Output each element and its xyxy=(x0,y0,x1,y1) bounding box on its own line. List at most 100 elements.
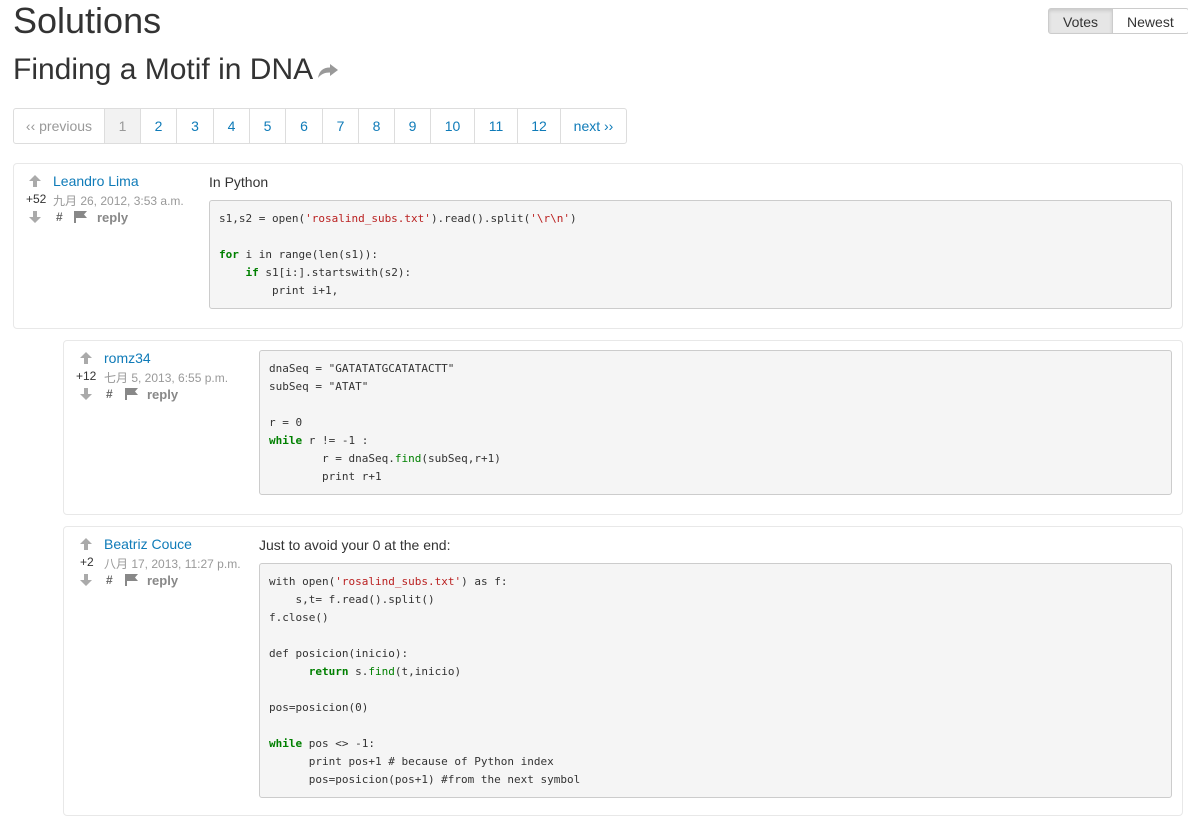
arrow-up-icon[interactable] xyxy=(80,352,92,364)
code-token: pos=posicion(pos+1) #from the next symbo… xyxy=(269,773,581,786)
pager-page-6[interactable]: 6 xyxy=(285,109,322,143)
solution-text: Just to avoid your 0 at the end: xyxy=(259,537,451,553)
code-token: pos=posicion(0) xyxy=(269,701,369,714)
sort-toggle: Votes Newest xyxy=(1048,8,1188,34)
code-line: pos=posicion(0) xyxy=(269,699,1162,717)
pager-page-7[interactable]: 7 xyxy=(322,109,358,143)
code-token: f.close() xyxy=(269,611,329,624)
vote-count: +12 xyxy=(76,369,97,383)
code-token: if xyxy=(245,266,259,279)
code-token: print r+1 xyxy=(269,470,382,483)
code-block: with open('rosalind_subs.txt') as f: s,t… xyxy=(259,563,1172,798)
code-line: with open('rosalind_subs.txt') as f: xyxy=(269,573,1162,591)
arrow-down-icon[interactable] xyxy=(80,574,92,586)
pager-page-10[interactable]: 10 xyxy=(430,109,474,143)
permalink-hash[interactable]: # xyxy=(56,210,63,224)
pager-page-1[interactable]: 1 xyxy=(104,109,140,143)
code-line: while r != -1 : xyxy=(269,432,1162,450)
post-date: 九月 26, 2012, 3:53 a.m. xyxy=(53,194,184,208)
problem-title: Finding a Motif in DNA xyxy=(13,52,339,88)
sort-newest-button[interactable]: Newest xyxy=(1113,8,1188,34)
pager-page-11[interactable]: 11 xyxy=(474,109,517,143)
code-line: for i in range(len(s1)): xyxy=(219,246,1162,264)
code-token: pos <> -1: xyxy=(302,737,375,750)
author-link[interactable]: Beatriz Couce xyxy=(104,536,192,552)
code-token: '\r\n' xyxy=(530,212,571,225)
post-date: 七月 5, 2013, 6:55 p.m. xyxy=(104,371,229,385)
pager-page-9[interactable]: 9 xyxy=(394,109,430,143)
code-line: s1,s2 = open('rosalind_subs.txt').read()… xyxy=(219,210,1162,228)
arrow-down-icon[interactable] xyxy=(80,388,92,400)
flag-icon[interactable] xyxy=(125,574,138,586)
code-token: dnaSeq = "GATATATGCATATACTT" xyxy=(269,362,455,375)
problem-title-text[interactable]: Finding a Motif in DNA xyxy=(13,53,313,86)
pagination: ‹‹ previous 1 2 3 4 5 6 7 8 9 10 11 12 n… xyxy=(13,108,627,144)
code-line: f.close() xyxy=(269,609,1162,627)
code-line: def posicion(inicio): xyxy=(269,645,1162,663)
permalink-hash[interactable]: # xyxy=(106,387,113,401)
code-token: i in range(len(s1)): xyxy=(238,248,378,261)
flag-icon[interactable] xyxy=(125,388,138,400)
code-token: 'rosalind_subs.txt' xyxy=(305,212,431,225)
code-block: dnaSeq = "GATATATGCATATACTT" subSeq = "AT… xyxy=(259,350,1172,495)
code-token: s. xyxy=(348,665,369,678)
code-token: find xyxy=(368,665,395,678)
flag-icon[interactable] xyxy=(74,211,87,223)
code-token: ) as f: xyxy=(461,575,508,588)
page-title: Solutions xyxy=(13,0,162,41)
arrow-down-icon[interactable] xyxy=(29,211,41,223)
code-line: dnaSeq = "GATATATGCATATACTT" xyxy=(269,360,1162,378)
code-token: find xyxy=(394,452,422,465)
pager-page-12[interactable]: 12 xyxy=(517,109,560,143)
code-token: with open( xyxy=(269,575,336,588)
code-token: ) xyxy=(570,212,577,225)
pager-previous[interactable]: ‹‹ previous xyxy=(14,109,104,143)
code-token: s1,s2 = open( xyxy=(219,212,306,225)
code-token: while xyxy=(269,434,303,447)
code-line: print i+1, xyxy=(219,282,1162,300)
code-block: s1,s2 = open('rosalind_subs.txt').read()… xyxy=(209,200,1172,309)
post-date: 八月 17, 2013, 11:27 p.m. xyxy=(104,557,241,571)
code-line: if s1[i:].startswith(s2): xyxy=(219,264,1162,282)
pager-next[interactable]: next ›› xyxy=(560,109,626,143)
code-token: 'rosalind_subs.txt' xyxy=(335,575,462,588)
pager-page-4[interactable]: 4 xyxy=(213,109,249,143)
reply-link[interactable]: reply xyxy=(147,387,178,402)
code-token: s,t= f.read().split() xyxy=(269,593,435,606)
permalink-hash[interactable]: # xyxy=(106,573,113,587)
solution-text: In Python xyxy=(209,174,269,190)
author-link[interactable]: Leandro Lima xyxy=(53,173,139,189)
reply-link[interactable]: reply xyxy=(147,573,178,588)
pager-page-3[interactable]: 3 xyxy=(176,109,213,143)
code-line: return s.find(t,inicio) xyxy=(269,663,1162,681)
pager-page-2[interactable]: 2 xyxy=(140,109,176,143)
arrow-up-icon[interactable] xyxy=(80,538,92,550)
pager-page-5[interactable]: 5 xyxy=(249,109,285,143)
share-icon[interactable] xyxy=(317,63,339,81)
code-token: (t,inicio) xyxy=(394,665,462,678)
code-line: print r+1 xyxy=(269,468,1162,486)
code-token: def posicion(inicio): xyxy=(269,647,409,660)
sort-votes-button[interactable]: Votes xyxy=(1048,8,1114,34)
reply-link[interactable]: reply xyxy=(97,210,128,225)
code-token: subSeq = "ATAT" xyxy=(269,380,369,393)
code-line: while pos <> -1: xyxy=(269,735,1162,753)
author-link[interactable]: romz34 xyxy=(104,350,151,366)
pager-page-8[interactable]: 8 xyxy=(358,109,394,143)
code-line: print pos+1 # because of Python index xyxy=(269,753,1162,771)
code-token: r = dnaSeq. xyxy=(269,452,395,465)
code-token: print pos+1 # because of Python index xyxy=(269,755,554,768)
code-token: return xyxy=(308,665,349,678)
code-token: (subSeq,r+1) xyxy=(421,452,501,465)
code-line: s,t= f.read().split() xyxy=(269,591,1162,609)
code-token: r = 0 xyxy=(269,416,303,429)
code-token: while xyxy=(269,737,303,750)
arrow-up-icon[interactable] xyxy=(29,175,41,187)
code-token: s1[i:].startswith(s2): xyxy=(258,266,412,279)
